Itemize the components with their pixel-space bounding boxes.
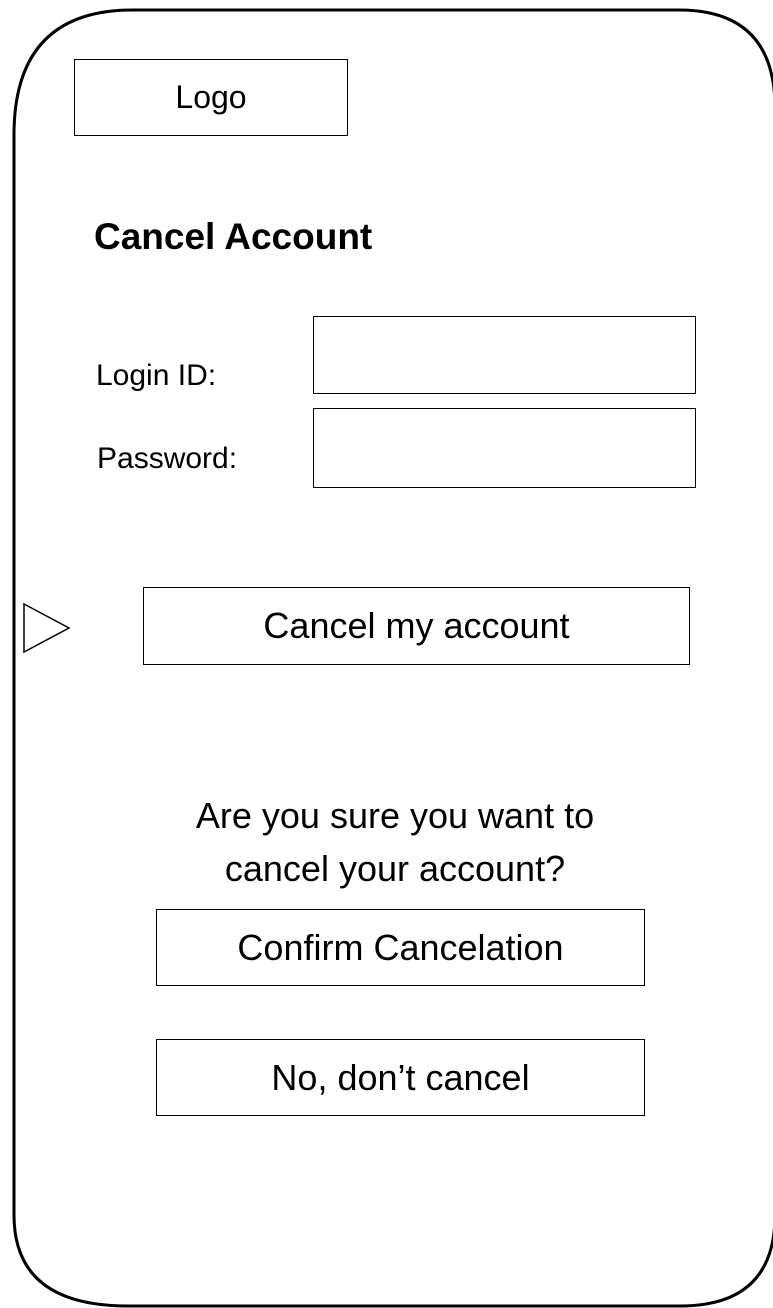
logo-label: Logo bbox=[175, 79, 247, 115]
no-dont-cancel-button-label: No, don’t cancel bbox=[271, 1056, 530, 1098]
password-label: Password: bbox=[97, 442, 238, 475]
confirm-cancelation-button-label: Confirm Cancelation bbox=[237, 926, 564, 968]
password-input[interactable] bbox=[313, 408, 696, 488]
confirm-question-text: Are you sure you want to cancel your acc… bbox=[195, 795, 595, 889]
cancel-my-account-button-label: Cancel my account bbox=[263, 605, 570, 646]
logo-placeholder: Logo bbox=[74, 59, 348, 136]
page-title: Cancel Account bbox=[94, 216, 373, 257]
login-id-label: Login ID: bbox=[96, 359, 217, 392]
confirm-question: Are you sure you want to cancel your acc… bbox=[143, 789, 647, 895]
confirm-cancelation-button[interactable]: Confirm Cancelation bbox=[156, 909, 645, 986]
play-triangle-icon bbox=[23, 602, 71, 654]
cancel-my-account-button[interactable]: Cancel my account bbox=[143, 587, 690, 665]
no-dont-cancel-button[interactable]: No, don’t cancel bbox=[156, 1039, 645, 1116]
mobile-screen: Logo Cancel Account Login ID: Password: … bbox=[0, 0, 773, 1308]
login-id-input[interactable] bbox=[313, 316, 696, 394]
